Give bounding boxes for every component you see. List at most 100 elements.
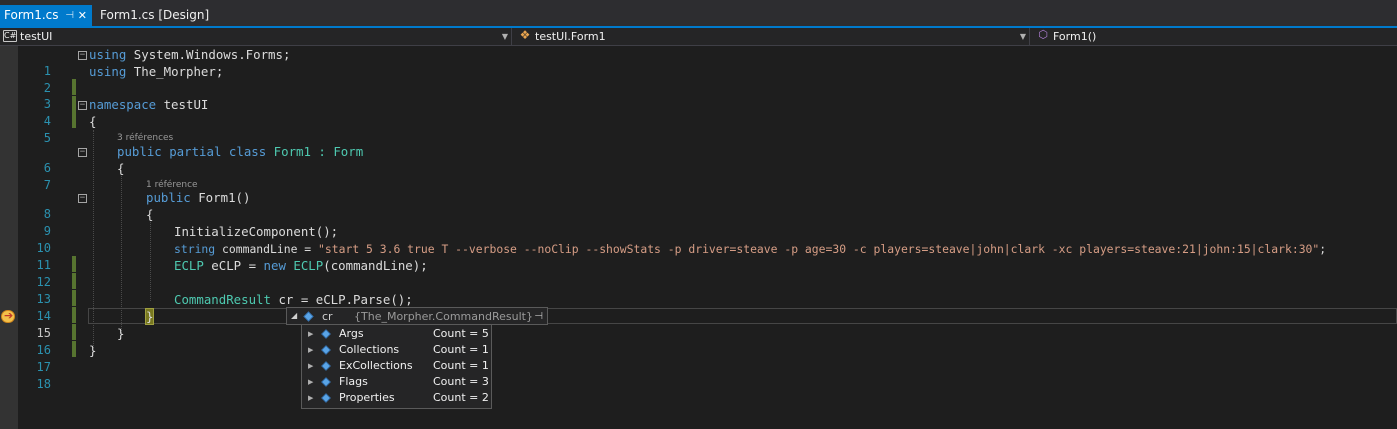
pin-icon[interactable]: ⊣ [65, 5, 74, 26]
code-text: ; [1319, 242, 1327, 256]
project-dropdown-value: testUI [20, 30, 53, 43]
code-line[interactable]: 12 ECLP eCLP = new ECLP(commandLine); [0, 258, 428, 306]
change-marker [72, 273, 76, 289]
indent-guide [121, 176, 122, 333]
datatip-member-row[interactable]: ▶ Properties Count = 2 [302, 390, 491, 406]
expand-icon[interactable]: ▶ [308, 326, 313, 342]
type-name: Form1 : [266, 144, 334, 159]
member-value: Count = 2 [433, 391, 489, 404]
tab-form1-cs[interactable]: Form1.cs ⊣ ✕ [0, 5, 92, 26]
code-line[interactable]: 14 CommandResult cr = eCLP.Parse(); [0, 292, 413, 340]
code-line[interactable]: 11 string commandLine = "start 5 3.6 tru… [0, 241, 1326, 289]
member-value: Count = 5 [433, 327, 489, 340]
datatip-members: ▶ Args Count = 5 ▶ Collections Count = 1… [301, 324, 492, 409]
member-value: Count = 3 [433, 375, 489, 388]
document-tab-strip: Form1.cs ⊣ ✕ Form1.cs [Design] [0, 0, 1397, 28]
matched-brace: } [144, 308, 155, 325]
keyword: using [89, 64, 127, 79]
code-line[interactable]: 8 − public Form1() [0, 190, 251, 221]
property-icon [321, 393, 331, 403]
member-name: ExCollections [339, 359, 413, 372]
change-marker [72, 79, 76, 95]
collapse-icon[interactable]: − [78, 51, 87, 60]
code-line[interactable]: 2 using The_Morpher; [0, 64, 223, 112]
line-number: 18 [36, 377, 51, 391]
keyword: namespace [89, 97, 157, 112]
code-text: } [89, 343, 97, 358]
property-icon [321, 345, 331, 355]
csharp-project-icon: C# [3, 30, 17, 42]
code-line[interactable]: 1 − using System.Windows.Forms; [0, 47, 290, 95]
expand-icon[interactable]: ▶ [308, 358, 313, 374]
change-marker [72, 290, 76, 306]
code-line[interactable]: 9 { [0, 207, 154, 238]
keyword: public [146, 190, 191, 205]
collapse-icon[interactable]: ◢ [291, 308, 297, 324]
codelens-references[interactable]: 3 références [117, 131, 173, 145]
tab-label: Form1.cs [Design] [100, 8, 210, 22]
code-text: { [146, 207, 154, 222]
code-text: Form1() [190, 190, 251, 205]
code-line[interactable]: 4 − namespace testUI [0, 97, 209, 128]
pin-icon[interactable]: ⊣ [534, 309, 543, 325]
datatip-member-row[interactable]: ▶ ExCollections Count = 1 [302, 358, 491, 374]
keyword: using [89, 47, 127, 62]
chevron-down-icon[interactable]: ▼ [502, 28, 508, 45]
code-line[interactable]: 17 } [0, 343, 97, 374]
code-text: System.Windows.Forms; [126, 47, 291, 62]
navigation-bar: C# testUI ▼ ❖ testUI.Form1 ▼ ⬡ Form1() [0, 28, 1397, 46]
datatip-variable-name: cr [322, 310, 333, 323]
member-value: Count = 1 [433, 343, 489, 356]
datatip-variable-value[interactable]: {The_Morpher.CommandResult} [354, 309, 533, 325]
indent-guide [150, 222, 151, 301]
code-text: eCLP = [203, 258, 264, 273]
datatip-member-row[interactable]: ▶ Collections Count = 1 [302, 342, 491, 358]
datatip-member-row[interactable]: ▶ Flags Count = 3 [302, 374, 491, 390]
tab-form1-design[interactable]: Form1.cs [Design] [96, 5, 209, 26]
collapse-icon[interactable]: − [78, 148, 87, 157]
object-icon [303, 311, 314, 322]
keyword: string [174, 242, 216, 256]
code-editor[interactable]: ➔ 1 − using System.Windows.Forms; 2 usin… [0, 46, 1397, 429]
code-line-current[interactable]: 15 } [0, 308, 155, 357]
type-name: Form [333, 144, 364, 159]
code-line[interactable]: 10 InitializeComponent(); [0, 224, 338, 272]
property-icon [321, 329, 331, 339]
code-text: { [89, 114, 97, 129]
expand-icon[interactable]: ▶ [308, 374, 313, 390]
change-marker [72, 307, 76, 323]
code-line[interactable]: 7 { [0, 161, 125, 192]
code-line[interactable]: 5 { [0, 114, 97, 145]
type-name: ECLP [285, 258, 324, 273]
change-marker [72, 112, 76, 128]
code-line[interactable]: 13 [0, 275, 76, 323]
code-line[interactable]: 18 [0, 360, 51, 391]
code-line[interactable]: 3 [0, 80, 76, 128]
code-line[interactable]: 6 − public partial class Form1 : Form [0, 144, 363, 175]
keyword: public partial class [117, 144, 267, 159]
member-name: Collections [339, 343, 400, 356]
string-literal: "start 5 3.6 true T --verbose --noClip -… [318, 242, 1320, 256]
chevron-down-icon[interactable]: ▼ [1020, 28, 1026, 45]
change-marker [72, 341, 76, 357]
method-icon: ⬡ [1038, 28, 1048, 41]
expand-icon[interactable]: ▶ [308, 342, 313, 358]
code-line[interactable]: 16 } [0, 326, 125, 357]
code-text: { [117, 161, 125, 176]
datatip-member-row[interactable]: ▶ Args Count = 5 [302, 326, 491, 342]
debugger-datatip[interactable]: ◢ cr {The_Morpher.CommandResult} ⊣ [286, 307, 548, 325]
close-icon[interactable]: ✕ [78, 5, 87, 26]
collapse-icon[interactable]: − [78, 101, 87, 110]
collapse-icon[interactable]: − [78, 194, 87, 203]
member-dropdown[interactable]: ⬡ Form1() [1033, 28, 1397, 45]
member-value: Count = 1 [433, 359, 489, 372]
tab-label: Form1.cs [4, 8, 59, 22]
code-text: } [117, 326, 125, 341]
project-dropdown[interactable]: C# testUI ▼ [0, 28, 512, 45]
member-name: Args [339, 327, 364, 340]
class-dropdown[interactable]: ❖ testUI.Form1 ▼ [515, 28, 1030, 45]
change-marker [72, 96, 76, 112]
code-text: testUI [156, 97, 209, 112]
code-text: The_Morpher; [126, 64, 224, 79]
expand-icon[interactable]: ▶ [308, 390, 313, 406]
